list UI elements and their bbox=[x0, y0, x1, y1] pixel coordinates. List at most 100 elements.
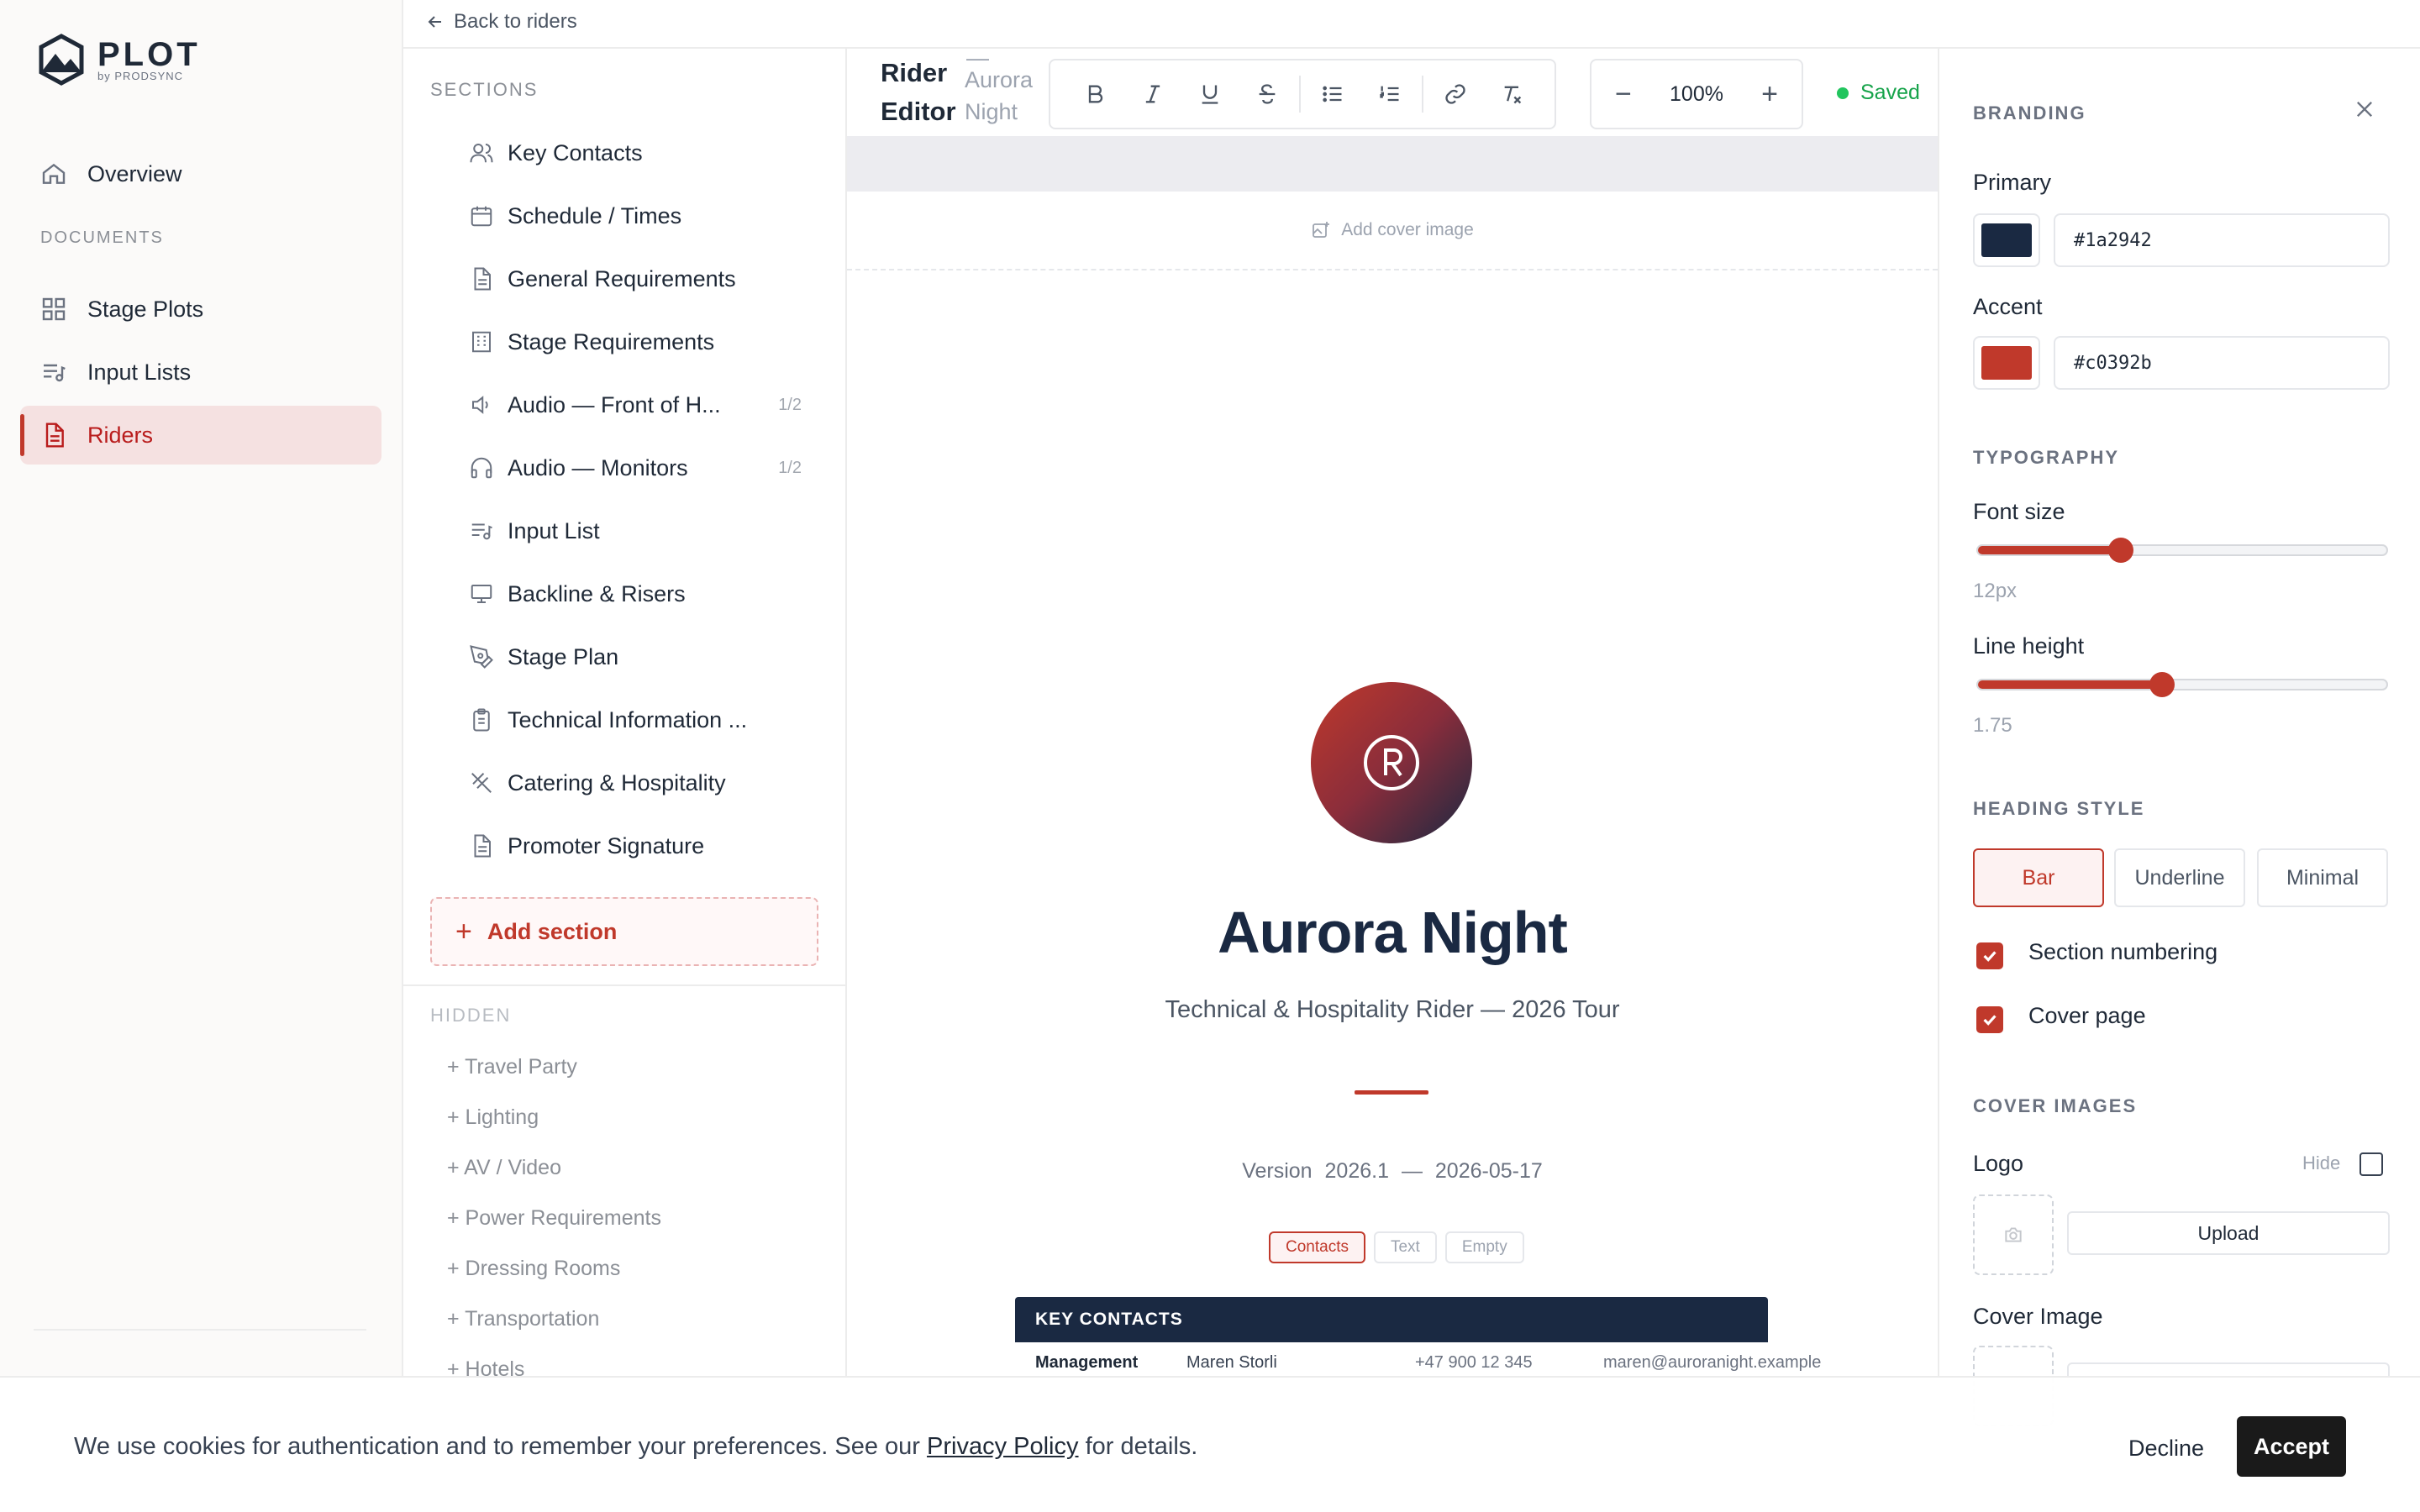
line-height-value: 1.75 bbox=[1973, 714, 2012, 737]
document-subtitle[interactable]: Technical & Hospitality Rider — 2026 Tou… bbox=[847, 996, 1938, 1024]
hide-logo-checkbox[interactable] bbox=[2360, 1152, 2383, 1176]
heading-style-underline[interactable]: Underline bbox=[2114, 848, 2245, 907]
nav-input-lists[interactable]: Input Lists bbox=[20, 343, 381, 402]
pill-contacts[interactable]: Contacts bbox=[1269, 1231, 1365, 1263]
section-item-schedule[interactable]: Schedule / Times bbox=[469, 192, 822, 239]
add-section-button[interactable]: + Add section bbox=[430, 897, 818, 966]
sections-divider bbox=[403, 984, 845, 986]
section-label: Promoter Signature bbox=[508, 832, 705, 858]
section-item-audio-foh[interactable]: Audio — Front of H... 1/2 bbox=[469, 381, 822, 428]
section-item-promoter-signature[interactable]: Promoter Signature bbox=[469, 822, 822, 869]
document-title[interactable]: Aurora Night bbox=[847, 899, 1938, 966]
nav-overview[interactable]: Overview bbox=[20, 144, 381, 203]
contact-name: Maren Storli bbox=[1186, 1352, 1277, 1372]
hidden-section-dressing-rooms[interactable]: + Dressing Rooms bbox=[447, 1257, 620, 1281]
bold-button[interactable] bbox=[1067, 69, 1124, 119]
left-nav: PLOT by PRODSYNC Overview DOCUMENTS Stag… bbox=[0, 0, 403, 1512]
hidden-section-power[interactable]: + Power Requirements bbox=[447, 1206, 661, 1231]
heading-style-bar[interactable]: Bar bbox=[1973, 848, 2104, 907]
section-item-input-list[interactable]: Input List bbox=[469, 507, 822, 554]
heading-style-minimal[interactable]: Minimal bbox=[2257, 848, 2388, 907]
add-cover-image-button[interactable]: Add cover image bbox=[847, 192, 1938, 270]
users-icon bbox=[470, 144, 493, 163]
hidden-section-transportation[interactable]: + Transportation bbox=[447, 1307, 599, 1331]
primary-hex-input[interactable]: #1a2942 bbox=[2054, 213, 2390, 267]
pill-text[interactable]: Text bbox=[1373, 1231, 1437, 1263]
hidden-section-travel-party[interactable]: + Travel Party bbox=[447, 1055, 577, 1079]
document-icon bbox=[474, 267, 491, 291]
band-logo bbox=[1311, 682, 1472, 843]
clear-format-icon bbox=[1504, 86, 1522, 104]
cover-page-checkbox[interactable] bbox=[1976, 1006, 2003, 1033]
section-label: Input List bbox=[508, 517, 600, 543]
italic-button[interactable] bbox=[1124, 69, 1181, 119]
contact-email: maren@auroranight.example bbox=[1603, 1352, 1822, 1372]
hidden-section-lighting[interactable]: + Lighting bbox=[447, 1105, 539, 1130]
plus-icon: + bbox=[455, 915, 472, 948]
cookie-message: We use cookies for authentication and to… bbox=[74, 1433, 1197, 1461]
primary-color-swatch[interactable] bbox=[1973, 213, 2040, 267]
close-icon[interactable] bbox=[2353, 97, 2376, 121]
toolbar-divider bbox=[1422, 76, 1423, 113]
section-label: Stage Requirements bbox=[508, 328, 715, 354]
line-height-slider[interactable] bbox=[1976, 672, 2388, 697]
pill-empty[interactable]: Empty bbox=[1444, 1231, 1524, 1263]
nav-stage-plots[interactable]: Stage Plots bbox=[20, 280, 381, 339]
primary-label: Primary bbox=[1973, 170, 2051, 195]
link-button[interactable] bbox=[1427, 69, 1484, 119]
font-size-value: 12px bbox=[1973, 580, 2018, 602]
nav-riders[interactable]: Riders bbox=[20, 406, 381, 465]
section-label: Backline & Risers bbox=[508, 580, 686, 606]
logo-upload-button[interactable]: Upload bbox=[2067, 1211, 2390, 1255]
bullet-list-button[interactable] bbox=[1304, 69, 1361, 119]
section-item-backline[interactable]: Backline & Risers bbox=[469, 570, 822, 617]
section-item-key-contacts[interactable]: Key Contacts bbox=[469, 129, 822, 176]
section-numbering-checkbox[interactable] bbox=[1976, 942, 2003, 969]
home-icon bbox=[42, 163, 66, 184]
underline-button[interactable] bbox=[1181, 69, 1239, 119]
accent-color-swatch[interactable] bbox=[1973, 336, 2040, 390]
section-item-stage-requirements[interactable]: Stage Requirements bbox=[469, 318, 822, 365]
utensils-icon bbox=[471, 773, 492, 793]
hidden-section-av-video[interactable]: + AV / Video bbox=[447, 1156, 561, 1180]
branding-heading: BRANDING bbox=[1973, 102, 2086, 123]
numbered-list-button[interactable] bbox=[1361, 69, 1418, 119]
monitor-icon bbox=[471, 585, 492, 603]
document-icon bbox=[474, 834, 491, 858]
accept-button[interactable]: Accept bbox=[2237, 1416, 2346, 1477]
clear-format-button[interactable] bbox=[1484, 69, 1541, 119]
section-item-technical-info[interactable]: Technical Information ... bbox=[469, 696, 822, 743]
slider-handle[interactable] bbox=[2149, 672, 2175, 697]
section-page-count: 1/2 bbox=[778, 458, 802, 477]
logo-upload-dropzone[interactable] bbox=[1973, 1194, 2054, 1275]
section-item-stage-plan[interactable]: Stage Plan bbox=[469, 633, 822, 680]
decline-button[interactable]: Decline bbox=[2101, 1418, 2232, 1478]
section-item-general-requirements[interactable]: General Requirements bbox=[469, 255, 822, 302]
calendar-icon bbox=[471, 206, 492, 227]
app-logo[interactable]: PLOT by PRODSYNC bbox=[37, 34, 201, 86]
slider-handle[interactable] bbox=[2108, 538, 2134, 563]
hide-logo-label: Hide bbox=[2302, 1152, 2341, 1173]
privacy-policy-link[interactable]: Privacy Policy bbox=[927, 1433, 1079, 1460]
back-to-riders-link[interactable]: Back to riders bbox=[425, 10, 577, 34]
slider-fill bbox=[1978, 680, 2162, 689]
zoom-level: 100% bbox=[1670, 81, 1723, 106]
zoom-in-button[interactable]: + bbox=[1761, 78, 1778, 111]
nav-input-lists-label: Input Lists bbox=[87, 359, 192, 385]
strikethrough-button[interactable] bbox=[1239, 69, 1296, 119]
save-status: Saved bbox=[1837, 81, 1920, 105]
zoom-out-button[interactable]: − bbox=[1615, 78, 1632, 111]
format-toolbar bbox=[1049, 59, 1556, 129]
version-separator: — bbox=[1401, 1159, 1423, 1183]
section-item-audio-monitors[interactable]: Audio — Monitors 1/2 bbox=[469, 444, 822, 491]
top-bar: Back to riders bbox=[403, 0, 2420, 49]
font-size-slider[interactable] bbox=[1976, 538, 2388, 563]
primary-color-chip bbox=[1981, 223, 2032, 257]
section-label: Audio — Monitors bbox=[508, 454, 688, 480]
section-item-catering[interactable]: Catering & Hospitality bbox=[469, 759, 822, 806]
accent-hex-input[interactable]: #c0392b bbox=[2054, 336, 2390, 390]
branding-panel: BRANDING Primary #1a2942 Accent #c0392b … bbox=[1938, 49, 2420, 1512]
slider-fill bbox=[1978, 546, 2122, 554]
logo-title: PLOT bbox=[97, 35, 201, 73]
speaker-icon bbox=[472, 396, 488, 414]
